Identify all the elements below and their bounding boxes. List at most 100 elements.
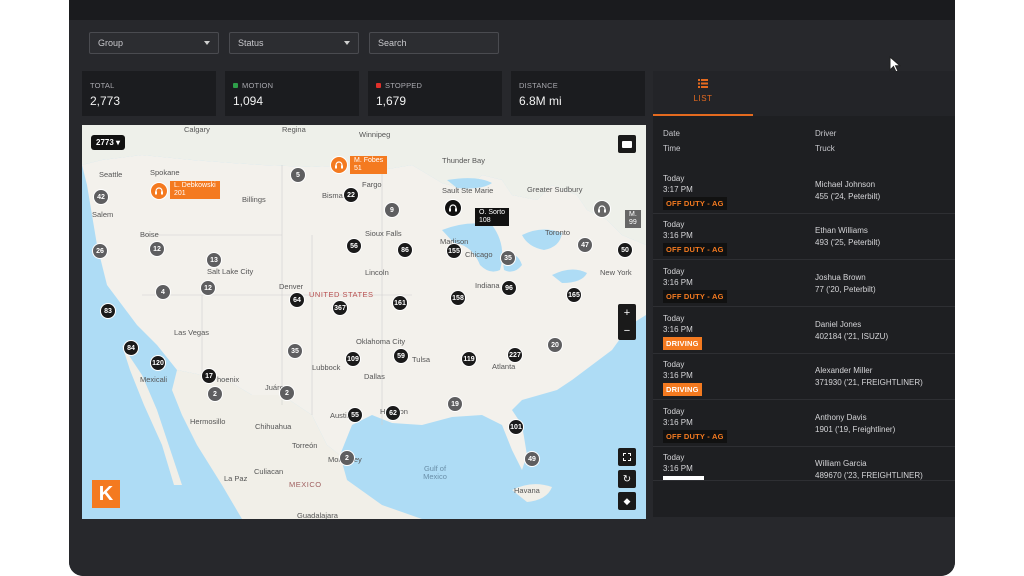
vehicle-cluster[interactable]: 17 — [201, 368, 217, 384]
vehicle-cluster[interactable]: 50 — [617, 242, 633, 258]
stat-total-value: 2,773 — [90, 94, 121, 108]
activity-row[interactable]: Today 3:16 PM OFF DUTY - AG Anthony Davis 19… — [653, 401, 955, 447]
vehicle-cluster[interactable]: 35 — [287, 343, 303, 359]
stat-motion-value: 1,094 — [233, 94, 264, 108]
vehicle-cluster[interactable]: 42 — [93, 189, 109, 205]
vehicle-cluster[interactable]: 161 — [392, 295, 408, 311]
refresh-button[interactable]: ↻ — [618, 470, 636, 488]
vehicle-cluster[interactable]: 4 — [155, 284, 171, 300]
driver-tag-name: M. Fobes — [354, 157, 384, 164]
vehicle-cluster[interactable]: 109 — [345, 351, 361, 367]
status-select[interactable]: Status — [229, 32, 359, 54]
search-input[interactable]: Search — [369, 32, 499, 54]
driver-marker[interactable] — [150, 182, 168, 200]
vehicle-cluster[interactable]: 64 — [289, 292, 305, 308]
row-truck: 402184 ('21, ISUZU) — [815, 332, 889, 341]
vehicle-cluster[interactable]: 13 — [206, 252, 222, 268]
vehicle-cluster[interactable]: 165 — [566, 287, 582, 303]
row-date-time: Today 3:16 PM OFF DUTY - AG — [663, 266, 727, 303]
activity-row[interactable]: Today 3:16 PM OFF DUTY - AG Joshua Brown 77 … — [653, 261, 955, 307]
vehicle-cluster[interactable]: 96 — [501, 280, 517, 296]
driver-marker[interactable] — [593, 200, 611, 218]
vehicle-cluster[interactable]: 158 — [450, 290, 466, 306]
col-date-header[interactable]: Date — [663, 129, 680, 138]
vehicle-count-filter[interactable]: 2773 ▾ — [91, 135, 126, 150]
vehicle-cluster[interactable]: 20 — [547, 337, 563, 353]
vehicle-cluster[interactable]: 26 — [92, 243, 108, 259]
stat-stopped: STOPPED 1,679 — [368, 71, 502, 116]
vehicle-cluster[interactable]: 86 — [397, 242, 413, 258]
stat-total: TOTAL 2,773 — [82, 71, 216, 116]
driver-tag[interactable]: M. Fobes 51 — [350, 156, 388, 174]
city-label: Hermosillo — [190, 417, 226, 426]
vehicle-cluster[interactable]: 9 — [384, 202, 400, 218]
row-driver-truck: Anthony Davis 1901 ('19, Freightliner) — [815, 412, 895, 436]
chevron-down-icon — [344, 41, 350, 45]
vehicle-cluster[interactable]: 59 — [393, 348, 409, 364]
status-select-label: Status — [238, 38, 264, 48]
row-driver: Michael Johnson — [815, 180, 876, 189]
layers-button[interactable]: ◆ — [618, 492, 636, 510]
row-time: 3:16 PM — [663, 325, 693, 334]
city-label: Greater Sudbury — [527, 185, 583, 194]
vehicle-cluster[interactable]: 19 — [447, 396, 463, 412]
tag-icon — [622, 140, 632, 148]
col-time-header[interactable]: Time — [663, 144, 680, 153]
vehicle-cluster[interactable]: 83 — [100, 303, 116, 319]
city-label: Calgary — [184, 125, 210, 134]
group-select[interactable]: Group — [89, 32, 219, 54]
vehicle-cluster[interactable]: 2 — [339, 450, 355, 466]
vehicle-cluster[interactable]: 56 — [346, 238, 362, 254]
vehicle-cluster[interactable]: 2 — [207, 386, 223, 402]
row-day: Today — [663, 220, 685, 229]
vehicle-cluster[interactable]: 227 — [507, 347, 523, 363]
vehicle-cluster[interactable]: 120 — [150, 355, 166, 371]
vehicle-cluster[interactable]: 367 — [332, 300, 348, 316]
driver-marker[interactable] — [444, 199, 462, 217]
vehicle-cluster[interactable]: 5 — [290, 167, 306, 183]
label-toggle-button[interactable] — [618, 135, 636, 153]
activity-row[interactable]: Today 3:16 PM DRIVING Daniel Jones 402184 ('… — [653, 308, 955, 354]
zoom-in-button[interactable]: + — [618, 304, 636, 322]
activity-row[interactable]: Today 3:16 PM DRIVING Alexander Miller 37193… — [653, 354, 955, 400]
stat-total-label: TOTAL — [90, 81, 115, 90]
city-label: Las Vegas — [174, 328, 210, 337]
city-label: Guadalajara — [297, 511, 338, 519]
fullscreen-button[interactable] — [618, 448, 636, 466]
stat-stopped-value: 1,679 — [376, 94, 407, 108]
vehicle-cluster[interactable]: 55 — [347, 407, 363, 423]
city-label: Sault Ste Marie — [442, 186, 494, 195]
vehicle-cluster[interactable]: 155 — [446, 243, 462, 259]
driver-tag[interactable]: M. 99 — [625, 210, 641, 228]
vehicle-cluster[interactable]: 47 — [577, 237, 593, 253]
activity-row[interactable]: Today 3:16 PM ON DUTY William Garcia 489670 … — [653, 447, 955, 481]
driver-tag[interactable]: O. Sorto 108 — [475, 208, 510, 226]
vehicle-cluster[interactable]: 62 — [385, 405, 401, 421]
motion-dot-icon — [233, 83, 238, 88]
activity-row[interactable]: Today 3:16 PM OFF DUTY - AG Ethan Williams 4… — [653, 214, 955, 260]
driver-tag[interactable]: L. Debkowski 201 — [170, 181, 220, 199]
col-driver-header[interactable]: Driver — [815, 129, 836, 138]
tab-list[interactable]: LIST — [653, 71, 753, 116]
fleet-map[interactable]: 2773 ▾ Calgary Regina Winnipeg Spokane S… — [82, 125, 646, 519]
city-label: Indiana — [475, 281, 500, 290]
vehicle-cluster[interactable]: 101 — [508, 419, 524, 435]
vehicle-cluster[interactable]: 119 — [461, 351, 477, 367]
col-truck-header[interactable]: Truck — [815, 144, 835, 153]
row-time: 3:17 PM — [663, 185, 693, 194]
vehicle-cluster[interactable]: 84 — [123, 340, 139, 356]
zoom-out-button[interactable]: − — [618, 322, 636, 340]
vehicle-cluster[interactable]: 12 — [149, 241, 165, 257]
activity-row[interactable]: Today 3:17 PM OFF DUTY - AG Michael Johnson… — [653, 168, 955, 214]
vehicle-cluster[interactable]: 22 — [343, 187, 359, 203]
vehicle-cluster[interactable]: 2 — [279, 385, 295, 401]
row-driver-truck: Ethan Williams 493 ('25, Peterbilt) — [815, 225, 880, 249]
vehicle-cluster[interactable]: 35 — [500, 250, 516, 266]
stat-motion-label: MOTION — [242, 81, 274, 90]
vehicle-cluster[interactable]: 12 — [200, 280, 216, 296]
vehicle-cluster[interactable]: 49 — [524, 451, 540, 467]
driver-marker[interactable] — [330, 156, 348, 174]
row-truck: 489670 ('23, FREIGHTLINER) — [815, 471, 923, 480]
row-day: Today — [663, 407, 685, 416]
window-top-bar — [69, 0, 955, 20]
